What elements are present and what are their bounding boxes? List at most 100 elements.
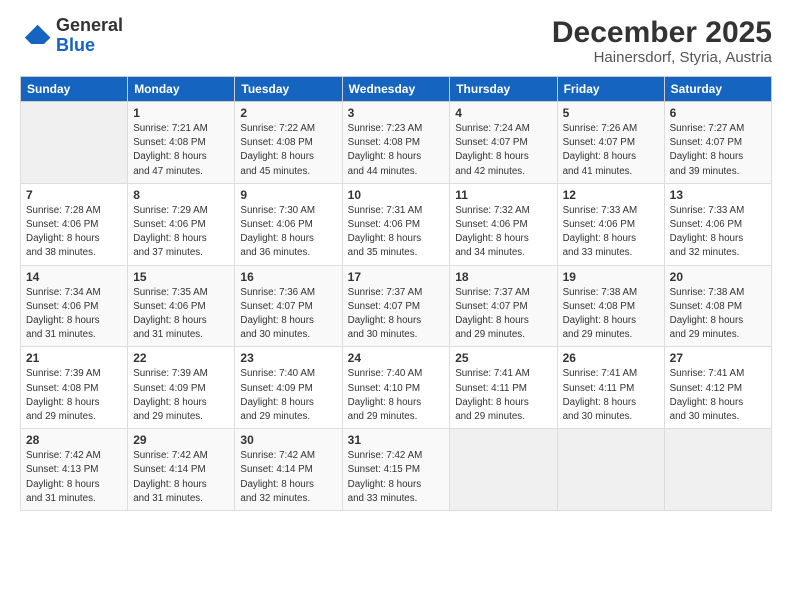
day-number: 18 <box>455 270 551 284</box>
day-info: Sunrise: 7:40 AM Sunset: 4:10 PM Dayligh… <box>348 367 445 424</box>
calendar-table: SundayMondayTuesdayWednesdayThursdayFrid… <box>20 76 772 511</box>
calendar-day-cell: 10 Sunrise: 7:31 AM Sunset: 4:06 PM Dayli… <box>342 183 450 265</box>
day-number: 13 <box>670 188 766 202</box>
calendar-week-row: 1 Sunrise: 7:21 AM Sunset: 4:08 PM Daylig… <box>21 102 772 184</box>
calendar-day-cell: 17Sunrise: 7:37 AM Sunset: 4:07 PM Dayli… <box>342 265 450 347</box>
day-number: 5 <box>563 106 659 120</box>
logo-text: General Blue <box>56 16 123 56</box>
day-number: 9 <box>240 188 336 202</box>
day-number: 20 <box>670 270 766 284</box>
day-number: 24 <box>348 351 445 365</box>
day-info: Sunrise: 7:36 AM Sunset: 4:07 PM Dayligh… <box>240 286 336 343</box>
calendar-day-cell: 25Sunrise: 7:41 AM Sunset: 4:11 PM Dayli… <box>450 347 557 429</box>
weekday-header: Monday <box>128 77 235 102</box>
weekday-header: Wednesday <box>342 77 450 102</box>
calendar-header-row: SundayMondayTuesdayWednesdayThursdayFrid… <box>21 77 772 102</box>
weekday-header: Friday <box>557 77 664 102</box>
day-info: Sunrise: 7:26 AM Sunset: 4:07 PM Dayligh… <box>563 122 659 179</box>
day-number: 7 <box>26 188 122 202</box>
calendar-week-row: 7 Sunrise: 7:28 AM Sunset: 4:06 PM Daylig… <box>21 183 772 265</box>
calendar-day-cell: 24 Sunrise: 7:40 AM Sunset: 4:10 PM Dayli… <box>342 347 450 429</box>
day-info: Sunrise: 7:42 AM Sunset: 4:14 PM Dayligh… <box>240 449 336 506</box>
day-info: Sunrise: 7:39 AM Sunset: 4:09 PM Dayligh… <box>133 367 229 424</box>
day-info: Sunrise: 7:37 AM Sunset: 4:07 PM Dayligh… <box>455 286 551 343</box>
page-header: General Blue December 2025 Hainersdorf, … <box>20 16 772 66</box>
calendar-week-row: 21 Sunrise: 7:39 AM Sunset: 4:08 PM Dayli… <box>21 347 772 429</box>
calendar-day-cell: 31 Sunrise: 7:42 AM Sunset: 4:15 PM Dayli… <box>342 429 450 511</box>
calendar-day-cell: 30 Sunrise: 7:42 AM Sunset: 4:14 PM Dayli… <box>235 429 342 511</box>
day-info: Sunrise: 7:40 AM Sunset: 4:09 PM Dayligh… <box>240 367 336 424</box>
day-info: Sunrise: 7:28 AM Sunset: 4:06 PM Dayligh… <box>26 204 122 261</box>
day-info: Sunrise: 7:42 AM Sunset: 4:15 PM Dayligh… <box>348 449 445 506</box>
day-info: Sunrise: 7:41 AM Sunset: 4:12 PM Dayligh… <box>670 367 766 424</box>
calendar-day-cell: 6 Sunrise: 7:27 AM Sunset: 4:07 PM Daylig… <box>664 102 771 184</box>
calendar-week-row: 28 Sunrise: 7:42 AM Sunset: 4:13 PM Dayli… <box>21 429 772 511</box>
day-info: Sunrise: 7:33 AM Sunset: 4:06 PM Dayligh… <box>670 204 766 261</box>
weekday-header: Tuesday <box>235 77 342 102</box>
day-info: Sunrise: 7:24 AM Sunset: 4:07 PM Dayligh… <box>455 122 551 179</box>
day-number: 29 <box>133 433 229 447</box>
calendar-day-cell <box>557 429 664 511</box>
day-number: 11 <box>455 188 551 202</box>
day-number: 22 <box>133 351 229 365</box>
calendar-day-cell: 3Sunrise: 7:23 AM Sunset: 4:08 PM Daylig… <box>342 102 450 184</box>
day-number: 10 <box>348 188 445 202</box>
day-info: Sunrise: 7:35 AM Sunset: 4:06 PM Dayligh… <box>133 286 229 343</box>
day-number: 30 <box>240 433 336 447</box>
day-number: 14 <box>26 270 122 284</box>
calendar-day-cell: 9 Sunrise: 7:30 AM Sunset: 4:06 PM Daylig… <box>235 183 342 265</box>
location-title: Hainersdorf, Styria, Austria <box>552 49 772 66</box>
day-number: 26 <box>563 351 659 365</box>
calendar-day-cell: 21 Sunrise: 7:39 AM Sunset: 4:08 PM Dayli… <box>21 347 128 429</box>
day-number: 3 <box>348 106 445 120</box>
day-info: Sunrise: 7:39 AM Sunset: 4:08 PM Dayligh… <box>26 367 122 424</box>
calendar-day-cell: 15Sunrise: 7:35 AM Sunset: 4:06 PM Dayli… <box>128 265 235 347</box>
day-info: Sunrise: 7:34 AM Sunset: 4:06 PM Dayligh… <box>26 286 122 343</box>
day-info: Sunrise: 7:27 AM Sunset: 4:07 PM Dayligh… <box>670 122 766 179</box>
calendar-day-cell: 26 Sunrise: 7:41 AM Sunset: 4:11 PM Dayli… <box>557 347 664 429</box>
calendar-week-row: 14 Sunrise: 7:34 AM Sunset: 4:06 PM Dayli… <box>21 265 772 347</box>
day-number: 28 <box>26 433 122 447</box>
day-info: Sunrise: 7:21 AM Sunset: 4:08 PM Dayligh… <box>133 122 229 179</box>
day-number: 1 <box>133 106 229 120</box>
calendar-day-cell <box>21 102 128 184</box>
logo: General Blue <box>20 16 123 56</box>
day-number: 25 <box>455 351 551 365</box>
day-number: 8 <box>133 188 229 202</box>
calendar-day-cell: 19Sunrise: 7:38 AM Sunset: 4:08 PM Dayli… <box>557 265 664 347</box>
day-number: 27 <box>670 351 766 365</box>
calendar-day-cell: 2Sunrise: 7:22 AM Sunset: 4:08 PM Daylig… <box>235 102 342 184</box>
calendar-day-cell: 22 Sunrise: 7:39 AM Sunset: 4:09 PM Dayli… <box>128 347 235 429</box>
weekday-header: Thursday <box>450 77 557 102</box>
calendar-day-cell: 4 Sunrise: 7:24 AM Sunset: 4:07 PM Daylig… <box>450 102 557 184</box>
day-number: 6 <box>670 106 766 120</box>
day-info: Sunrise: 7:29 AM Sunset: 4:06 PM Dayligh… <box>133 204 229 261</box>
calendar-day-cell: 16 Sunrise: 7:36 AM Sunset: 4:07 PM Dayli… <box>235 265 342 347</box>
day-info: Sunrise: 7:33 AM Sunset: 4:06 PM Dayligh… <box>563 204 659 261</box>
calendar-day-cell: 13 Sunrise: 7:33 AM Sunset: 4:06 PM Dayli… <box>664 183 771 265</box>
day-info: Sunrise: 7:31 AM Sunset: 4:06 PM Dayligh… <box>348 204 445 261</box>
title-block: December 2025 Hainersdorf, Styria, Austr… <box>552 16 772 66</box>
calendar-day-cell: 29Sunrise: 7:42 AM Sunset: 4:14 PM Dayli… <box>128 429 235 511</box>
calendar-day-cell: 28 Sunrise: 7:42 AM Sunset: 4:13 PM Dayli… <box>21 429 128 511</box>
calendar-day-cell: 5 Sunrise: 7:26 AM Sunset: 4:07 PM Daylig… <box>557 102 664 184</box>
day-info: Sunrise: 7:38 AM Sunset: 4:08 PM Dayligh… <box>563 286 659 343</box>
weekday-header: Sunday <box>21 77 128 102</box>
calendar-day-cell: 18 Sunrise: 7:37 AM Sunset: 4:07 PM Dayli… <box>450 265 557 347</box>
day-number: 21 <box>26 351 122 365</box>
calendar-day-cell: 7 Sunrise: 7:28 AM Sunset: 4:06 PM Daylig… <box>21 183 128 265</box>
day-number: 16 <box>240 270 336 284</box>
calendar-day-cell: 8 Sunrise: 7:29 AM Sunset: 4:06 PM Daylig… <box>128 183 235 265</box>
calendar-day-cell: 1 Sunrise: 7:21 AM Sunset: 4:08 PM Daylig… <box>128 102 235 184</box>
calendar-day-cell <box>450 429 557 511</box>
weekday-header: Saturday <box>664 77 771 102</box>
month-title: December 2025 <box>552 16 772 49</box>
day-info: Sunrise: 7:42 AM Sunset: 4:13 PM Dayligh… <box>26 449 122 506</box>
day-info: Sunrise: 7:41 AM Sunset: 4:11 PM Dayligh… <box>563 367 659 424</box>
calendar-day-cell <box>664 429 771 511</box>
day-info: Sunrise: 7:38 AM Sunset: 4:08 PM Dayligh… <box>670 286 766 343</box>
day-number: 4 <box>455 106 551 120</box>
day-number: 31 <box>348 433 445 447</box>
day-info: Sunrise: 7:37 AM Sunset: 4:07 PM Dayligh… <box>348 286 445 343</box>
day-info: Sunrise: 7:30 AM Sunset: 4:06 PM Dayligh… <box>240 204 336 261</box>
